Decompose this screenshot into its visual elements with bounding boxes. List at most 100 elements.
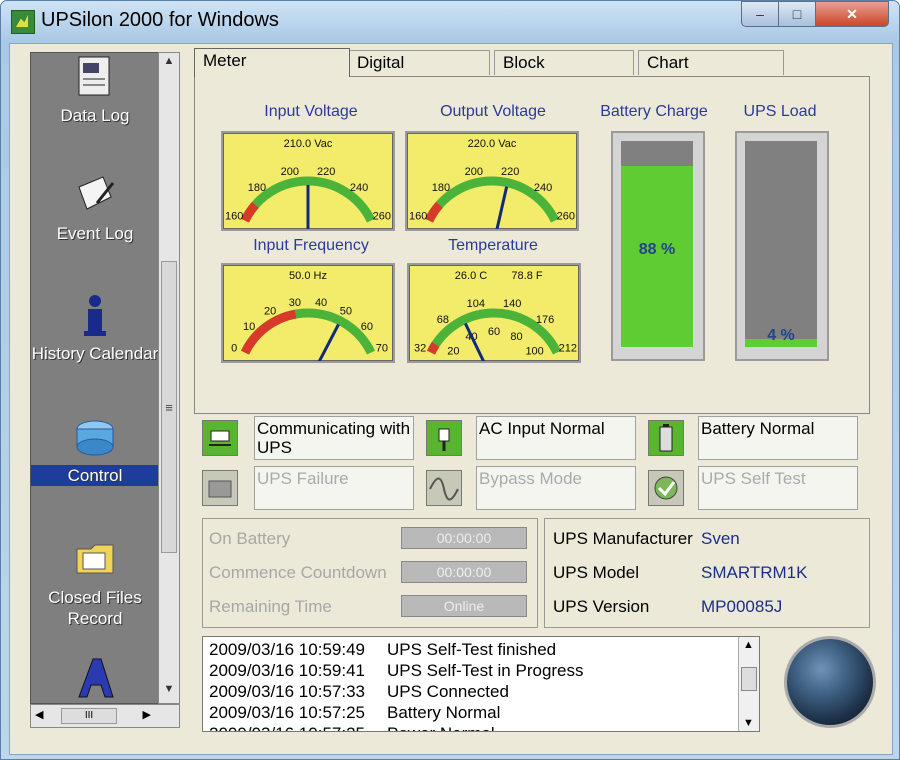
nav-label-event-log: Event Log bbox=[56, 224, 134, 243]
gauge-tick-label: 20 bbox=[264, 305, 276, 317]
battery-charge-bar: 88 % bbox=[611, 131, 705, 361]
gauge-tick-label: 176 bbox=[536, 314, 554, 326]
scroll-up-icon[interactable]: ▲ bbox=[159, 55, 179, 73]
gauge-tick-label: 32 bbox=[414, 342, 426, 354]
tab-meter[interactable]: Meter bbox=[194, 48, 350, 77]
title-bar[interactable]: UPSilon 2000 for Windows – □ ✕ bbox=[1, 1, 899, 41]
self-test-icon bbox=[648, 470, 684, 506]
gauge-tick-label: 212 bbox=[559, 342, 577, 354]
nav-horizontal-scrollbar[interactable]: ◀ III ▶ bbox=[30, 704, 180, 728]
gauge-reading: 220.0 Vac bbox=[468, 138, 517, 150]
log-scroll-thumb[interactable] bbox=[741, 667, 757, 691]
left-nav-panel: Data Log Event Log History Calendar Cont… bbox=[30, 52, 160, 704]
hscroll-thumb[interactable]: III bbox=[61, 708, 117, 724]
ups-load-bar: 4 % bbox=[735, 131, 829, 361]
scroll-up-icon[interactable]: ▲ bbox=[743, 639, 754, 651]
app-window: UPSilon 2000 for Windows – □ ✕ Data Log … bbox=[0, 0, 900, 760]
window-title: UPSilon 2000 for Windows bbox=[41, 9, 279, 31]
gauge-tick-label: 104 bbox=[467, 298, 485, 310]
nav-vertical-scrollbar[interactable]: ▲ ≡ ▼ bbox=[158, 52, 180, 704]
gauge-tick-label: 20 bbox=[447, 346, 459, 358]
gauge-tick-label: 180 bbox=[248, 182, 266, 194]
gauge-reading: 26.0 C bbox=[455, 270, 487, 282]
input-frequency-gauge: 0 10 20 30 40 50 60 70 50.0 Hz bbox=[221, 263, 395, 363]
battery-charge-label: Battery Charge bbox=[600, 103, 708, 120]
gauge-red-band bbox=[424, 201, 443, 223]
on-battery-label: On Battery bbox=[209, 529, 291, 548]
gauge-tick-label: 160 bbox=[409, 210, 427, 222]
temperature-label: Temperature bbox=[448, 237, 538, 254]
gauge-tick-label: 60 bbox=[361, 321, 373, 333]
nav-label-closed-files-record: Closed Files Record bbox=[48, 588, 142, 628]
ups-load-value: 4 % bbox=[767, 327, 795, 344]
globe-icon bbox=[784, 636, 876, 728]
commence-countdown-value: 00:00:00 bbox=[401, 561, 527, 583]
app-logo-icon bbox=[11, 10, 35, 34]
list-item[interactable]: 2009/03/16 10:57:33 UPS Connected bbox=[209, 681, 509, 702]
gauge-reading: 50.0 Hz bbox=[289, 270, 327, 282]
gauge-reading: 210.0 Vac bbox=[284, 138, 333, 150]
tab-chart[interactable]: Chart bbox=[638, 50, 784, 75]
list-item[interactable]: 2009/03/16 10:57:25Power Normal bbox=[209, 723, 495, 731]
on-battery-value: 00:00:00 bbox=[401, 527, 527, 549]
gauge-tick-label: 180 bbox=[432, 182, 450, 194]
gauge-tick-label: 60 bbox=[488, 326, 500, 338]
gauge-tick-label: 140 bbox=[503, 298, 521, 310]
output-voltage-label: Output Voltage bbox=[440, 103, 546, 120]
event-log-icon bbox=[73, 173, 117, 217]
list-item[interactable]: 2009/03/16 10:57:25 Battery Normal bbox=[209, 702, 500, 723]
close-button[interactable]: ✕ bbox=[815, 1, 889, 27]
control-icon bbox=[73, 415, 117, 459]
list-item[interactable]: 2009/03/16 10:59:49 UPS Self-Test finishe… bbox=[209, 639, 556, 660]
scroll-right-icon[interactable]: ▶ bbox=[143, 708, 151, 721]
main-client-area: Data Log Event Log History Calendar Cont… bbox=[9, 43, 893, 755]
ups-info-group: UPS Manufacturer Sven UPS Model SMARTRM1… bbox=[544, 518, 870, 628]
communication-icon bbox=[202, 420, 238, 456]
list-item[interactable]: 2009/03/16 10:59:41 UPS Self-Test in Prog… bbox=[209, 660, 584, 681]
gauge-tick-label: 30 bbox=[289, 297, 301, 309]
tab-digital[interactable]: Digital bbox=[348, 50, 490, 75]
scroll-left-icon[interactable]: ◀ bbox=[35, 708, 43, 721]
gauge-tick-label: 50 bbox=[340, 305, 352, 317]
gauge-needle bbox=[317, 323, 340, 361]
output-voltage-gauge: 160 180 200 220 240 260 220.0 Vac bbox=[405, 131, 579, 231]
scroll-down-icon[interactable]: ▼ bbox=[743, 717, 754, 729]
minimize-button[interactable]: – bbox=[741, 1, 779, 27]
nav-item-control[interactable]: Control bbox=[31, 415, 159, 486]
log-scrollbar[interactable]: ▲ ▼ bbox=[738, 637, 759, 731]
battery-charge-value: 88 % bbox=[638, 241, 676, 258]
event-log-list[interactable]: 2009/03/16 10:59:49 UPS Self-Test finishe… bbox=[202, 636, 760, 732]
meter-panel: Input Voltage Output Voltage Input Frequ… bbox=[194, 76, 870, 414]
battery-icon bbox=[648, 420, 684, 456]
gauge-needle bbox=[495, 186, 509, 229]
gauge-tick-label: 260 bbox=[557, 210, 575, 222]
input-voltage-gauge: 160 180 200 220 240 260 210.0 Vac bbox=[221, 131, 395, 231]
remaining-time-label: Remaining Time bbox=[209, 597, 332, 616]
gauge-tick-label: 160 bbox=[225, 210, 243, 222]
scroll-thumb[interactable]: ≡ bbox=[161, 261, 177, 553]
model-value: SMARTRM1K bbox=[701, 563, 808, 582]
nav-item-data-log[interactable]: Data Log bbox=[31, 55, 159, 126]
nav-item-history-calendar[interactable]: History Calendar bbox=[31, 293, 159, 364]
countdown-group: On Battery 00:00:00 Commence Countdown 0… bbox=[202, 518, 538, 628]
scroll-down-icon[interactable]: ▼ bbox=[159, 683, 179, 701]
tab-block[interactable]: Block bbox=[494, 50, 634, 75]
nav-item-closed-files-record[interactable]: Closed Files Record bbox=[31, 537, 159, 629]
nav-item-event-log[interactable]: Event Log bbox=[31, 173, 159, 244]
info-icon bbox=[73, 293, 117, 337]
status-ac-input: AC Input Normal bbox=[476, 416, 636, 460]
gauge-tick-label: 100 bbox=[525, 346, 543, 358]
nav-item-partial[interactable] bbox=[31, 655, 159, 705]
status-ups-failure: UPS Failure bbox=[254, 466, 414, 510]
gauge-tick-label: 240 bbox=[350, 182, 368, 194]
input-frequency-label: Input Frequency bbox=[253, 237, 369, 254]
version-label: UPS Version bbox=[553, 597, 650, 616]
letter-a-icon bbox=[73, 655, 117, 699]
status-battery: Battery Normal bbox=[698, 416, 858, 460]
version-value: MP00085J bbox=[701, 597, 783, 616]
gauge-tick-label: 70 bbox=[376, 342, 388, 354]
gauge-reading: 78.8 F bbox=[511, 270, 542, 282]
maximize-button[interactable]: □ bbox=[778, 1, 816, 27]
ups-load-label: UPS Load bbox=[743, 103, 817, 120]
gauge-red-band bbox=[240, 201, 259, 223]
